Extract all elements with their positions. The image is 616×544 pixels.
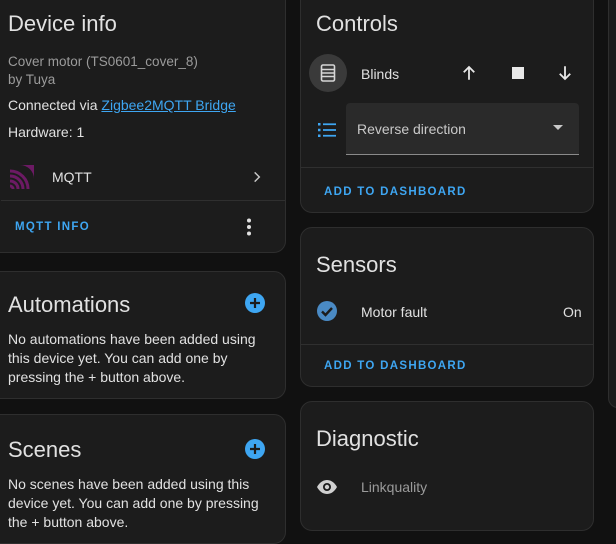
sensors-divider [301, 344, 593, 345]
diagnostic-card: Diagnostic Linkquality [300, 401, 594, 531]
eye-icon [317, 480, 337, 494]
connected-via-prefix: Connected via [8, 97, 102, 113]
chevron-right-icon [254, 171, 261, 183]
device-model: Cover motor (TS0601_cover_8) [8, 54, 198, 69]
hardware-version: Hardware: 1 [8, 124, 85, 140]
controls-add-to-dashboard-button[interactable]: ADD TO DASHBOARD [324, 186, 467, 198]
integration-row-mqtt[interactable]: MQTT [1, 151, 285, 203]
sensors-add-to-dashboard-button[interactable]: ADD TO DASHBOARD [324, 360, 467, 372]
scenes-title: Scenes [8, 437, 82, 462]
scenes-empty-text: No scenes have been added using this dev… [8, 476, 259, 530]
stop-icon[interactable] [512, 67, 524, 79]
automations-title: Automations [8, 292, 131, 317]
integration-label: MQTT [52, 169, 92, 185]
device-manufacturer: by Tuya [8, 72, 56, 87]
motor-fault-value: On [563, 304, 582, 320]
arrow-up-icon[interactable] [460, 64, 478, 82]
window-shutter-icon [320, 64, 336, 82]
add-automation-icon[interactable] [245, 293, 265, 313]
partial-card-edge [608, 0, 616, 408]
blinds-row: Blinds [301, 51, 593, 95]
dropdown-arrow-icon [553, 125, 563, 130]
reverse-direction-label: Reverse direction [357, 121, 466, 137]
bridge-link[interactable]: Zigbee2MQTT Bridge [101, 97, 235, 113]
blinds-label: Blinds [361, 66, 400, 82]
sensors-title: Sensors [316, 252, 397, 277]
controls-divider [301, 167, 593, 168]
automations-card: Automations No automations have been add… [0, 271, 286, 399]
motor-fault-label: Motor fault [361, 304, 428, 320]
controls-card: Controls Blinds Reverse direction ADD TO… [300, 0, 594, 213]
scenes-card: Scenes No scenes have been added using t… [0, 414, 286, 544]
linkquality-label: Linkquality [361, 479, 428, 495]
controls-title: Controls [316, 11, 398, 36]
more-vertical-icon[interactable] [246, 218, 252, 236]
check-circle-icon [317, 301, 337, 321]
arrow-down-icon[interactable] [556, 64, 574, 82]
reverse-direction-select[interactable]: Reverse direction [346, 103, 579, 155]
device-info-card: Device info Cover motor (TS0601_cover_8)… [0, 0, 286, 253]
format-list-icon [318, 123, 336, 137]
blinds-icon-badge [309, 54, 347, 92]
device-info-divider [1, 200, 285, 201]
device-info-title: Device info [8, 11, 117, 36]
diagnostic-title: Diagnostic [316, 426, 419, 451]
motor-fault-row[interactable]: Motor fault On [301, 294, 593, 328]
connected-via: Connected via Zigbee2MQTT Bridge [8, 97, 236, 113]
mqtt-info-button[interactable]: MQTT INFO [15, 221, 90, 233]
mqtt-logo-icon [10, 165, 34, 189]
sensors-card: Sensors Motor fault On ADD TO DASHBOARD [300, 227, 594, 387]
add-scene-icon[interactable] [245, 439, 265, 459]
automations-empty-text: No automations have been added using thi… [8, 331, 256, 385]
